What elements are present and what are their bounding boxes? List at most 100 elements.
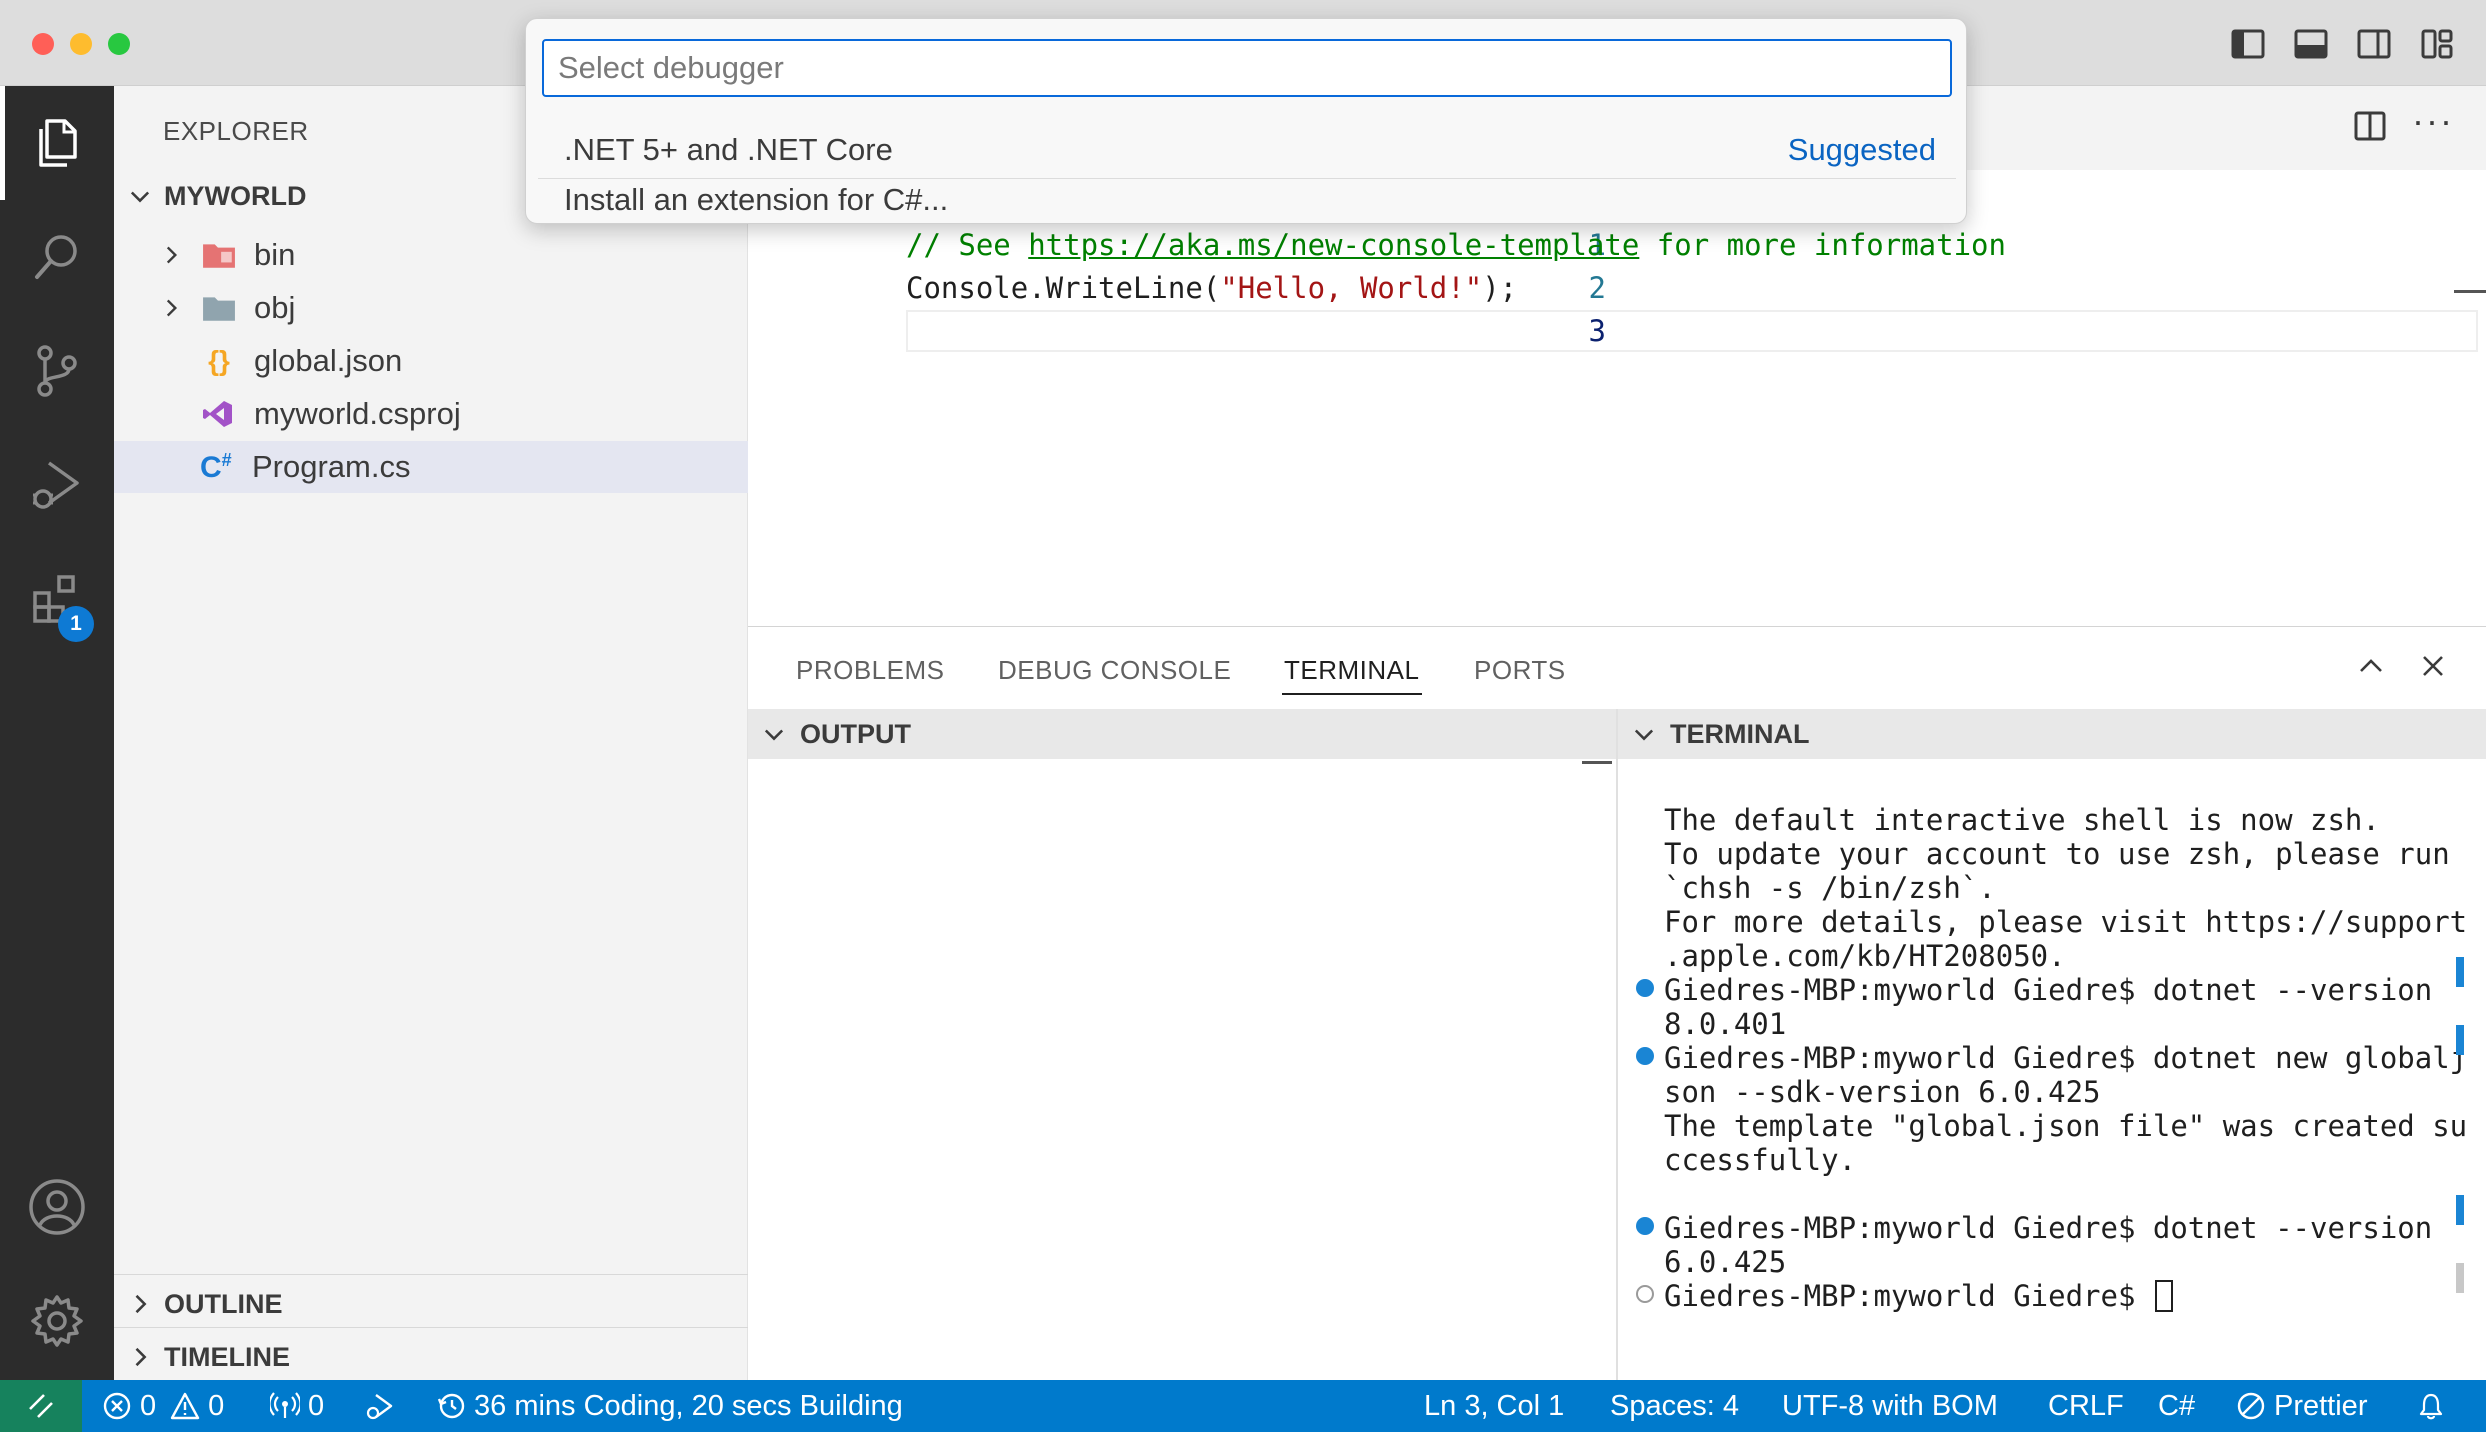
end-of-line[interactable]: CRLF (2048, 1380, 2124, 1432)
tree-item-program-cs[interactable]: C# Program.cs (114, 441, 748, 493)
tree-item-obj[interactable]: obj (114, 282, 748, 334)
accounts-icon[interactable] (0, 1150, 114, 1264)
folder-name: MYWORLD (164, 180, 307, 211)
terminal-output[interactable]: The default interactive shell is now zsh… (1664, 803, 2467, 1313)
code-link[interactable]: https://aka.ms/new-console-template (1028, 228, 1639, 262)
command-success-dot[interactable] (1636, 979, 1654, 997)
debugger-option-dotnet[interactable]: .NET 5+ and .NET Core Suggested (538, 123, 1956, 177)
terminal-line: Giedres-MBP:myworld Giedre$ dotnet --ver… (1664, 973, 2433, 1007)
toggle-primary-sidebar-icon[interactable] (2230, 26, 2266, 62)
tree-item-bin[interactable]: bin (114, 229, 748, 281)
divider (114, 1274, 748, 1275)
status-bar: 0 0 0 36 mins Coding, 20 secs Building L… (0, 1380, 2486, 1432)
ports-indicator[interactable]: 0 (270, 1380, 324, 1432)
file-name: global.json (254, 343, 403, 378)
timeline-section[interactable]: TIMELINE (126, 1335, 290, 1379)
terminal-cursor (2154, 1280, 2173, 1312)
terminal-line: ccessfully. (1664, 1143, 1857, 1177)
terminal-prompt-line: Giedres-MBP:myworld Giedre$ (1664, 1279, 2467, 1313)
warning-count: 0 (208, 1389, 225, 1422)
more-actions-icon[interactable]: ··· (2412, 100, 2454, 142)
folder-icon (203, 297, 235, 321)
encoding[interactable]: UTF-8 with BOM (1782, 1380, 1998, 1432)
close-window-button[interactable] (32, 33, 54, 55)
settings-gear-icon[interactable] (0, 1264, 114, 1378)
explorer-icon[interactable] (0, 86, 114, 200)
minimize-window-button[interactable] (70, 33, 92, 55)
tab-debug-console[interactable]: DEBUG CONSOLE (998, 655, 1231, 686)
cursor-position[interactable]: Ln 3, Col 1 (1424, 1380, 1564, 1432)
indentation[interactable]: Spaces: 4 (1610, 1380, 1739, 1432)
folder-header-myworld[interactable]: MYWORLD (126, 176, 306, 216)
prettier-text: Prettier (2274, 1389, 2368, 1422)
extensions-badge: 1 (58, 606, 94, 642)
coding-time: 36 mins Coding, 20 secs Building (474, 1389, 903, 1422)
install-csharp-extension-option[interactable]: Install an extension for C#... (538, 179, 1956, 221)
divider (114, 1327, 748, 1328)
language-mode[interactable]: C# (2158, 1380, 2195, 1432)
coding-time-indicator[interactable]: 36 mins Coding, 20 secs Building (436, 1380, 903, 1432)
tree-item-csproj[interactable]: myworld.csproj (114, 388, 748, 440)
run-and-debug-icon[interactable] (0, 428, 114, 542)
tab-terminal[interactable]: TERMINAL (1284, 655, 1419, 686)
command-pending-dot[interactable] (1636, 1285, 1654, 1303)
terminal-line: For more details, please visit https://s… (1664, 905, 2468, 939)
terminal-line: 8.0.401 (1664, 1007, 1787, 1041)
search-icon[interactable] (0, 200, 114, 314)
pane-divider[interactable] (1616, 709, 1618, 1381)
scrollbar-marker (2456, 1025, 2464, 1055)
chevron-right-icon (135, 1347, 147, 1367)
current-line-highlight[interactable] (906, 310, 2478, 352)
customize-layout-icon[interactable] (2419, 26, 2455, 62)
code-line-1[interactable]: // See https://aka.ms/new-console-templa… (906, 228, 2006, 262)
select-debugger-quick-pick: .NET 5+ and .NET Core Suggested Install … (525, 18, 1967, 224)
extensions-icon[interactable] (0, 542, 114, 656)
split-editor-icon[interactable] (2352, 108, 2388, 144)
code-call: Console.WriteLine( (906, 271, 1221, 305)
bin-folder-icon (203, 244, 235, 268)
terminal-header[interactable]: TERMINAL (1618, 709, 2486, 759)
prettier-status[interactable]: Prettier (2236, 1380, 2367, 1432)
remote-indicator[interactable] (0, 1380, 82, 1432)
command-success-dot[interactable] (1636, 1217, 1654, 1235)
terminal-line: The default interactive shell is now zsh… (1664, 803, 2380, 837)
command-success-dot[interactable] (1636, 1047, 1654, 1065)
scrollbar-marker (2456, 1195, 2464, 1225)
activity-bar: 1 (0, 86, 114, 1380)
terminal-line: Giedres-MBP:myworld Giedre$ dotnet --ver… (1664, 1211, 2433, 1245)
suggested-tag: Suggested (1787, 132, 1936, 167)
remote-icon (29, 1394, 53, 1418)
visual-studio-icon (203, 401, 232, 427)
terminal-line: 6.0.425 (1664, 1245, 1787, 1279)
close-panel-icon[interactable] (2416, 649, 2450, 683)
tab-problems[interactable]: PROBLEMS (796, 655, 945, 686)
file-name: myworld.csproj (254, 396, 461, 431)
debug-launch-indicator[interactable] (364, 1380, 394, 1432)
problems-indicator[interactable]: 0 0 (102, 1380, 224, 1432)
explorer-title: EXPLORER (163, 116, 309, 146)
scrollbar-marker (2456, 957, 2464, 987)
toggle-panel-icon[interactable] (2293, 26, 2329, 62)
tab-ports[interactable]: PORTS (1474, 655, 1566, 686)
file-name: obj (254, 290, 296, 325)
source-control-icon[interactable] (0, 314, 114, 428)
toggle-secondary-sidebar-icon[interactable] (2356, 26, 2392, 62)
scrollbar-marker (2456, 1263, 2464, 1293)
maximize-panel-icon[interactable] (2354, 649, 2388, 683)
code-line-2[interactable]: Console.WriteLine("Hello, World!"); (906, 271, 1517, 305)
indentation-text: Spaces: 4 (1610, 1389, 1739, 1422)
debugger-search-input[interactable] (542, 39, 1952, 97)
code-comment: // See (906, 228, 1029, 262)
outline-section[interactable]: OUTLINE (126, 1282, 283, 1326)
code-end: ); (1482, 271, 1518, 305)
output-header[interactable]: OUTPUT (748, 709, 1616, 759)
terminal-line: To update your account to use zsh, pleas… (1664, 837, 2450, 871)
error-icon (103, 1392, 131, 1420)
debug-icon (366, 1394, 393, 1420)
code-string: "Hello, World!" (1220, 271, 1483, 305)
tree-item-global-json[interactable]: {} global.json (114, 335, 748, 387)
maximize-window-button[interactable] (108, 33, 130, 55)
option-label: Install an extension for C#... (564, 182, 949, 217)
notifications[interactable] (2416, 1380, 2446, 1432)
chevron-down-icon (130, 191, 150, 203)
